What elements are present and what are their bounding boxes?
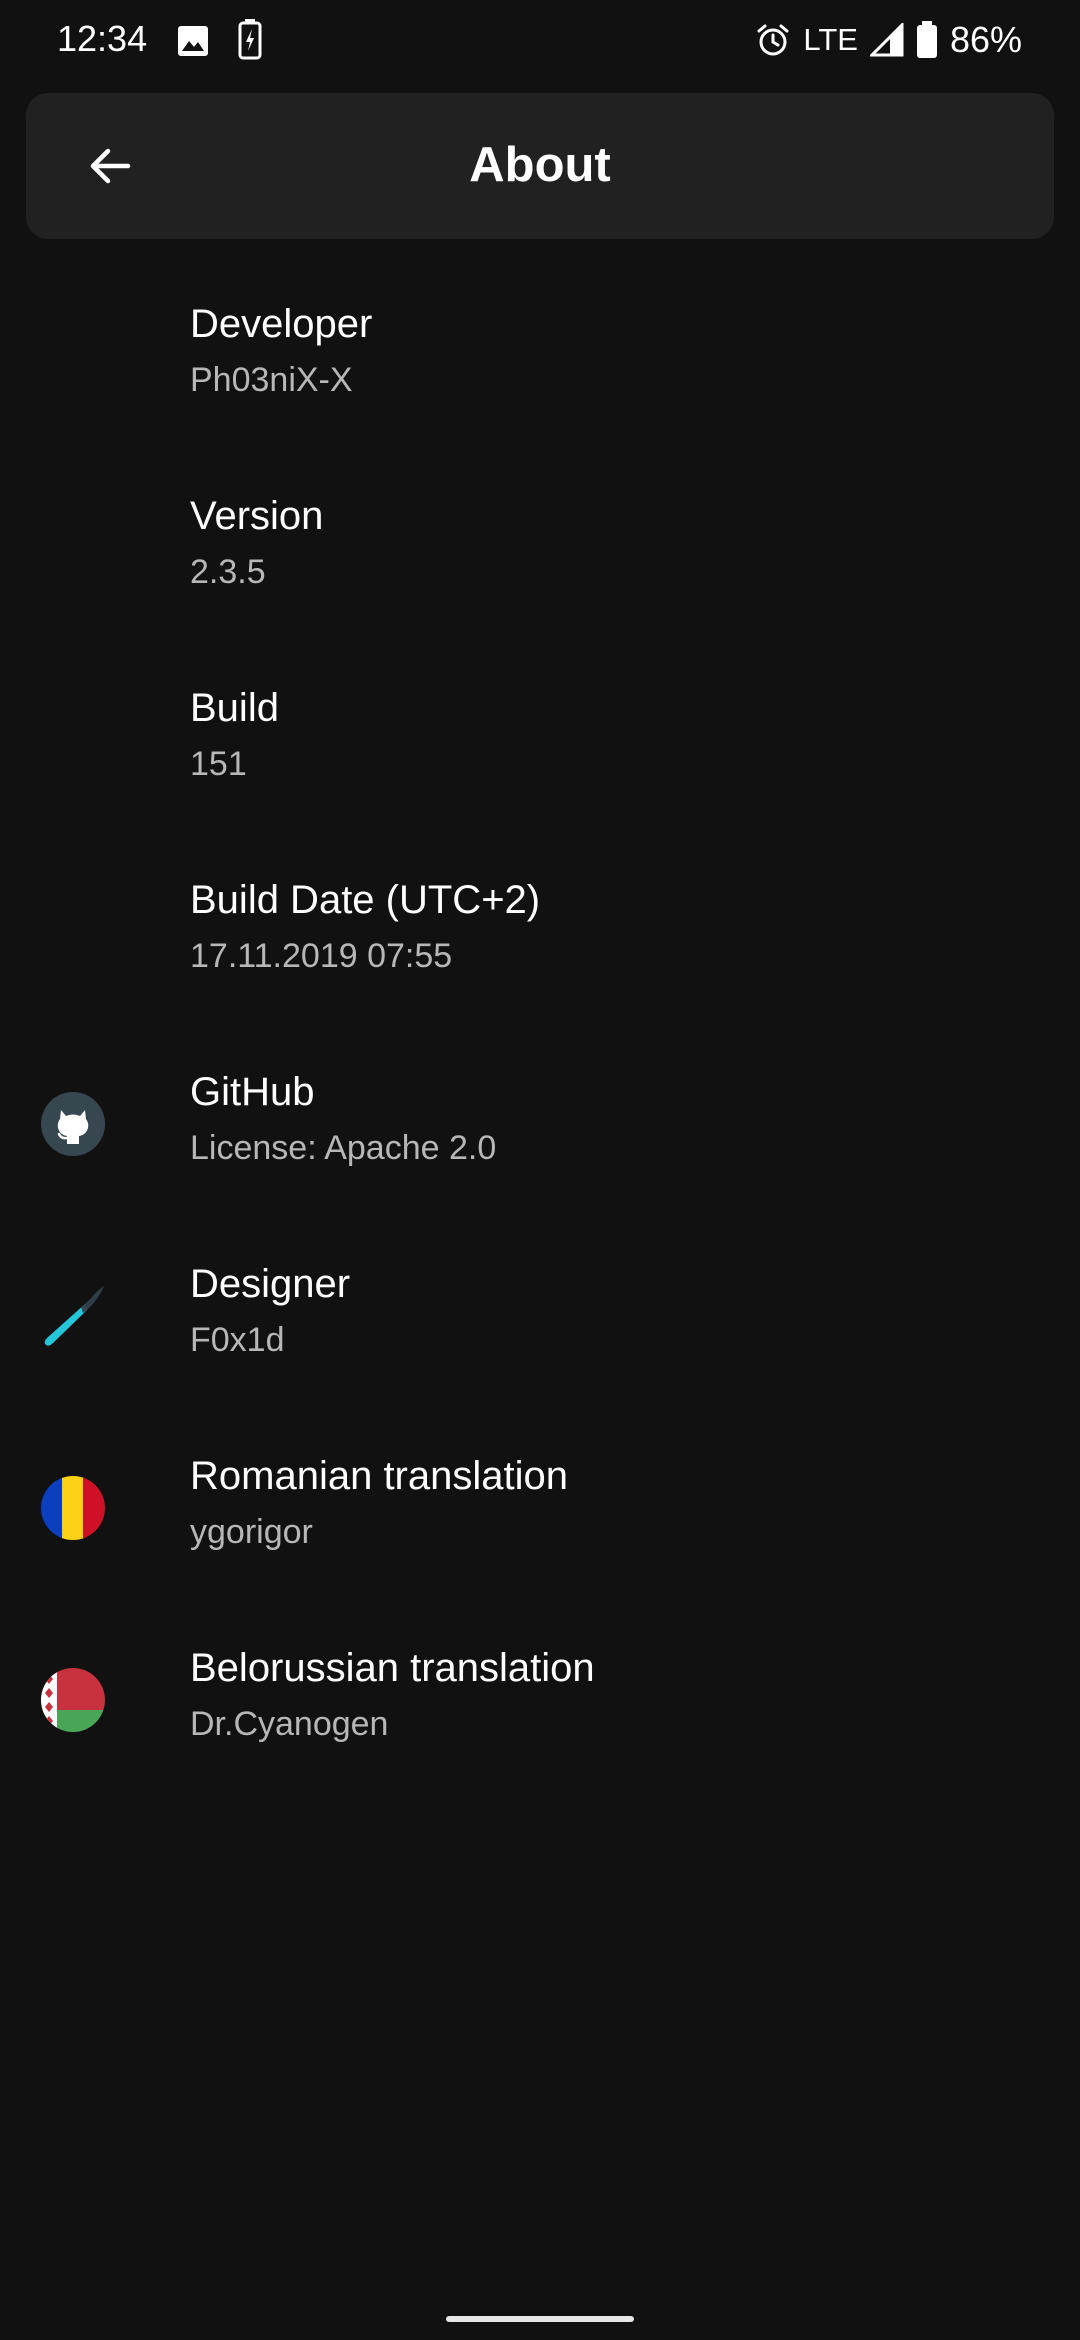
status-bar: 12:34 LTE 86% <box>0 0 1080 80</box>
page-title: About <box>469 138 611 192</box>
status-time: 12:34 <box>57 18 148 59</box>
battery-percentage: 86% <box>949 19 1022 60</box>
romania-flag-icon <box>41 1476 105 1540</box>
image-notification-icon <box>178 26 208 56</box>
app-toolbar: About <box>26 93 1054 239</box>
list-item-build[interactable]: Build 151 <box>0 646 1080 838</box>
list-item-title: Romanian translation <box>190 1454 568 1498</box>
brush-icon <box>44 1286 104 1346</box>
list-item-title: Belorussian translation <box>190 1646 595 1690</box>
list-item-designer[interactable]: Designer F0x1d <box>0 1222 1080 1414</box>
list-item-title: GitHub <box>190 1070 315 1114</box>
network-type-label: LTE <box>803 22 858 57</box>
list-item-subtitle: Dr.Cyanogen <box>190 1705 389 1743</box>
belarus-flag-icon <box>41 1668 105 1732</box>
list-item-subtitle: 17.11.2019 07:55 <box>190 937 453 975</box>
list-item-developer[interactable]: Developer Ph03niX-X <box>0 262 1080 454</box>
list-item-github[interactable]: GitHub License: Apache 2.0 <box>0 1030 1080 1222</box>
list-item-version[interactable]: Version 2.3.5 <box>0 454 1080 646</box>
list-item-romanian-translation[interactable]: Romanian translation ygorigor <box>0 1414 1080 1606</box>
list-item-belorussian-translation[interactable]: Belorussian translation Dr.Cyanogen <box>0 1606 1080 1798</box>
list-item-subtitle: Ph03niX-X <box>190 361 353 399</box>
list-item-subtitle: License: Apache 2.0 <box>190 1129 497 1167</box>
signal-icon <box>869 23 904 57</box>
list-item-subtitle: 2.3.5 <box>190 553 266 591</box>
list-item-subtitle: 151 <box>190 745 247 783</box>
alarm-icon <box>757 24 789 56</box>
home-indicator[interactable] <box>446 2316 634 2322</box>
list-item-title: Designer <box>190 1262 351 1306</box>
list-item-subtitle: ygorigor <box>190 1513 313 1551</box>
battery-charging-notification-icon <box>238 19 262 60</box>
list-item-title: Version <box>190 494 324 538</box>
list-item-title: Build <box>190 686 279 730</box>
list-item-build-date[interactable]: Build Date (UTC+2) 17.11.2019 07:55 <box>0 838 1080 1030</box>
github-icon <box>41 1092 105 1156</box>
list-item-title: Developer <box>190 302 373 346</box>
list-item-title: Build Date (UTC+2) <box>190 878 541 922</box>
list-item-subtitle: F0x1d <box>190 1321 285 1359</box>
battery-icon <box>916 21 937 58</box>
